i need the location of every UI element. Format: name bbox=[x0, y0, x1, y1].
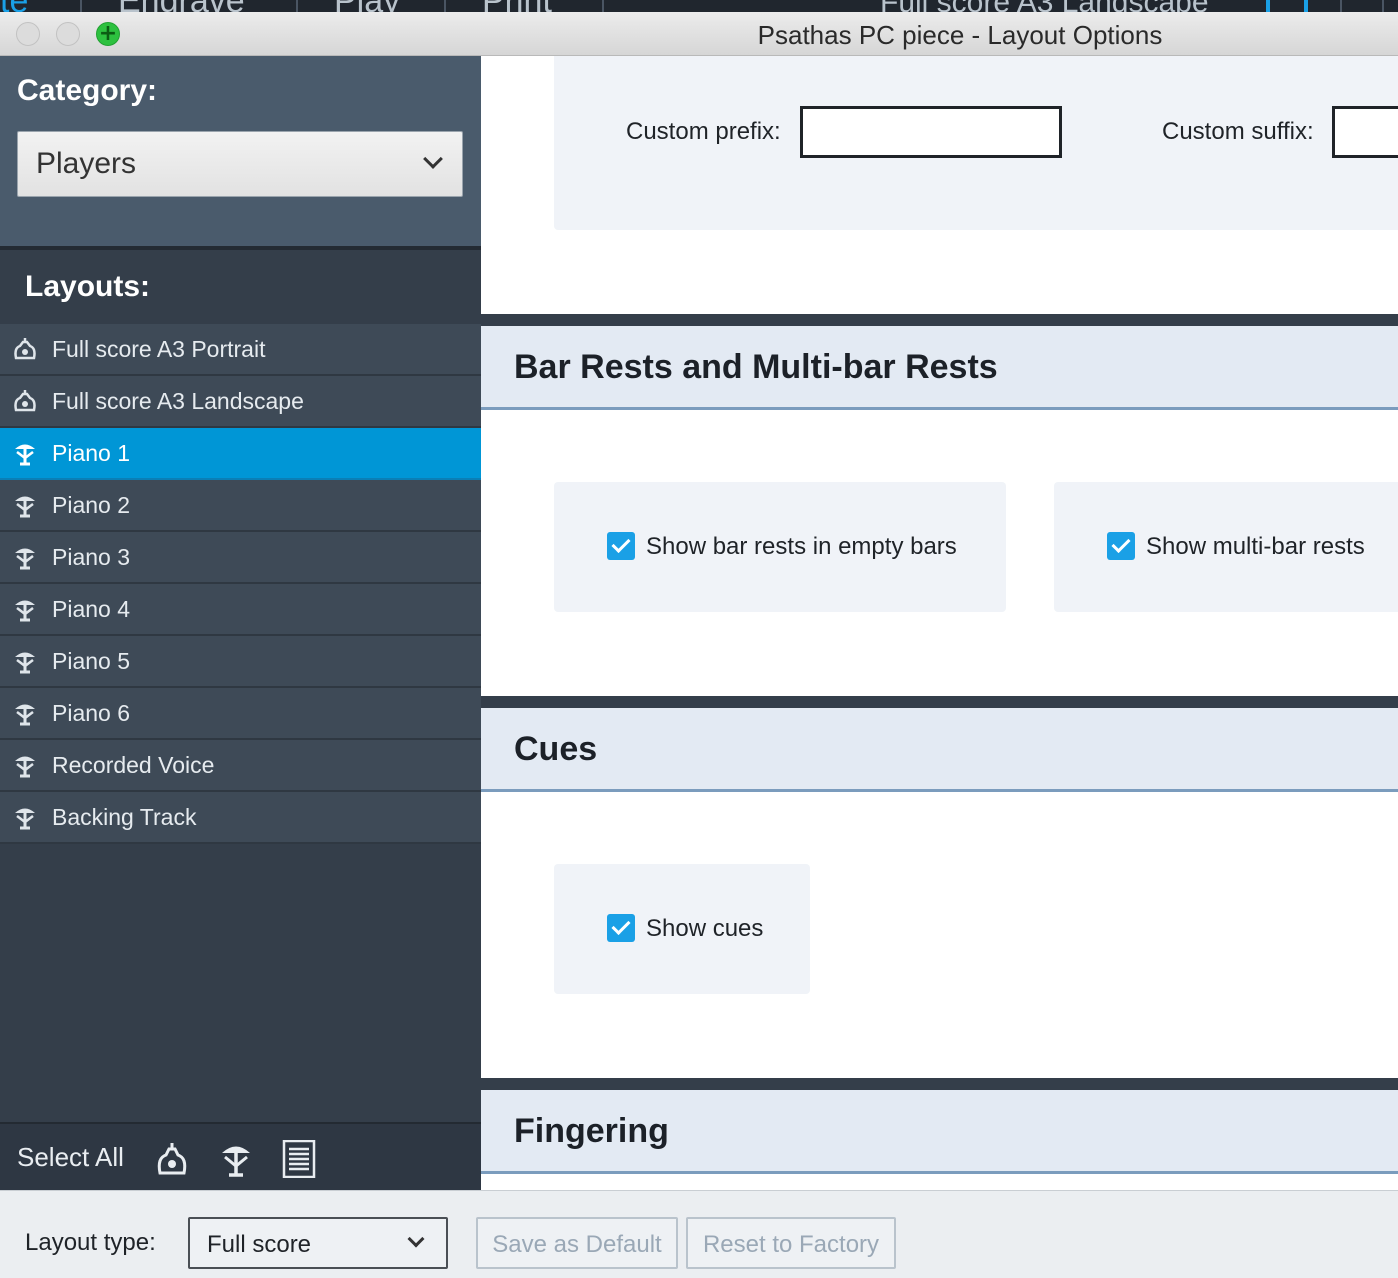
tab-play[interactable]: Play bbox=[334, 0, 400, 12]
section-divider bbox=[481, 314, 1398, 326]
options-content: Custom prefix: Custom suffix: Bar Rests … bbox=[481, 56, 1398, 1190]
bar-rests-card: Show bar rests in empty bars bbox=[554, 482, 1006, 612]
layout-item[interactable]: Full score A3 Landscape bbox=[0, 376, 481, 428]
dialog-footer: Layout type: Full score Save as Default … bbox=[0, 1190, 1398, 1278]
part-icon bbox=[15, 756, 35, 778]
section-divider bbox=[481, 1078, 1398, 1090]
section-header-cues[interactable]: Cues bbox=[481, 708, 1398, 792]
layout-item[interactable]: Piano 5 bbox=[0, 636, 481, 688]
show-cues-checkbox[interactable] bbox=[607, 914, 635, 942]
section-divider bbox=[481, 696, 1398, 708]
toolbar-separator bbox=[602, 0, 604, 12]
layout-item[interactable]: Backing Track bbox=[0, 792, 481, 844]
close-window-button[interactable] bbox=[16, 22, 40, 46]
section-header-bar-rests[interactable]: Bar Rests and Multi-bar Rests bbox=[481, 326, 1398, 410]
section-title: Fingering bbox=[514, 1112, 669, 1150]
window-title: Psathas PC piece - Layout Options bbox=[757, 20, 1163, 50]
chevron-down-icon bbox=[407, 1230, 425, 1248]
layout-item-label: Piano 4 bbox=[52, 596, 131, 622]
toolbar-separator bbox=[1382, 0, 1384, 12]
show-multibar-rests-label[interactable]: Show multi-bar rests bbox=[1146, 533, 1365, 561]
section-header-fingering[interactable]: Fingering bbox=[481, 1090, 1398, 1174]
multibar-rests-card: Show multi-bar rests bbox=[1054, 482, 1398, 612]
layout-item[interactable]: Piano 3 bbox=[0, 532, 481, 584]
layout-item-label: Piano 3 bbox=[52, 544, 131, 570]
layout-item[interactable]: Recorded Voice bbox=[0, 740, 481, 792]
layout-type-value: Full score bbox=[207, 1231, 312, 1258]
toolbar-separator bbox=[296, 0, 298, 12]
part-icon bbox=[15, 600, 35, 622]
layout-type-label: Layout type: bbox=[25, 1229, 156, 1256]
category-dropdown-value: Players bbox=[36, 147, 137, 180]
layout-selector[interactable]: Full score A3 Landscape bbox=[880, 0, 1209, 12]
select-full-scores-icon[interactable] bbox=[155, 1140, 189, 1178]
layouts-label: Layouts: bbox=[25, 270, 151, 303]
layout-type-dropdown[interactable]: Full score bbox=[188, 1217, 448, 1269]
show-cues-label[interactable]: Show cues bbox=[646, 915, 763, 943]
layout-item-label: Recorded Voice bbox=[52, 752, 215, 778]
custom-suffix-label: Custom suffix: bbox=[1162, 118, 1314, 145]
layout-item-label: Full score A3 Landscape bbox=[52, 388, 304, 414]
select-custom-scores-icon[interactable] bbox=[282, 1140, 316, 1178]
sidebar: Category: Players Layouts: Full score A3… bbox=[0, 56, 481, 1190]
window-titlebar: + Psathas PC piece - Layout Options bbox=[0, 12, 1398, 56]
zoom-window-button[interactable]: + bbox=[96, 22, 120, 46]
part-icon bbox=[15, 548, 35, 570]
layout-list: Full score A3 Portrait Full score A3 Lan… bbox=[0, 324, 481, 844]
layout-item[interactable]: Piano 6 bbox=[0, 688, 481, 740]
tab-write-partial[interactable]: te bbox=[0, 0, 28, 12]
custom-prefix-label: Custom prefix: bbox=[626, 118, 781, 145]
part-icon bbox=[15, 808, 35, 830]
cues-card: Show cues bbox=[554, 864, 810, 994]
custom-prefix-input[interactable] bbox=[800, 106, 1062, 158]
layout-item-label: Full score A3 Portrait bbox=[52, 336, 266, 362]
category-area: Category: Players bbox=[0, 56, 481, 246]
show-bar-rests-label[interactable]: Show bar rests in empty bars bbox=[646, 533, 957, 561]
reset-to-factory-button[interactable]: Reset to Factory bbox=[686, 1217, 896, 1269]
part-icon bbox=[15, 704, 35, 726]
custom-suffix-input[interactable] bbox=[1332, 106, 1398, 158]
toolbar-indicator bbox=[1304, 0, 1308, 12]
app-toolbar-strip: te Engrave Play Print Full score A3 Land… bbox=[0, 0, 1398, 12]
sidebar-footer: Select All bbox=[0, 1122, 481, 1190]
toolbar-indicator bbox=[1266, 0, 1270, 12]
layout-item[interactable]: Piano 2 bbox=[0, 480, 481, 532]
part-icon bbox=[15, 496, 35, 518]
layouts-header: Layouts: bbox=[0, 250, 481, 324]
layout-item[interactable]: Full score A3 Portrait bbox=[0, 324, 481, 376]
full-score-icon bbox=[14, 338, 36, 360]
part-icon bbox=[15, 652, 35, 674]
chevron-down-icon bbox=[423, 149, 443, 169]
select-all-button[interactable]: Select All bbox=[17, 1142, 124, 1173]
show-bar-rests-checkbox[interactable] bbox=[607, 532, 635, 560]
section-title: Cues bbox=[514, 730, 598, 768]
show-multibar-rests-checkbox[interactable] bbox=[1107, 532, 1135, 560]
save-as-default-label: Save as Default bbox=[492, 1231, 662, 1258]
tab-engrave[interactable]: Engrave bbox=[118, 0, 245, 12]
layout-item[interactable]: Piano 4 bbox=[0, 584, 481, 636]
category-dropdown[interactable]: Players bbox=[17, 131, 463, 197]
save-as-default-button[interactable]: Save as Default bbox=[476, 1217, 678, 1269]
layout-item-label: Piano 1 bbox=[52, 440, 131, 466]
select-parts-icon[interactable] bbox=[219, 1140, 253, 1178]
plus-icon: + bbox=[98, 21, 118, 46]
toolbar-separator bbox=[1340, 0, 1342, 12]
section-title: Bar Rests and Multi-bar Rests bbox=[514, 348, 998, 386]
part-icon bbox=[15, 444, 35, 466]
minimize-window-button[interactable] bbox=[56, 22, 80, 46]
layout-item[interactable]: Piano 1 bbox=[0, 428, 481, 480]
toolbar-separator bbox=[80, 0, 82, 12]
layout-item-label: Piano 6 bbox=[52, 700, 131, 726]
layout-item-label: Piano 2 bbox=[52, 492, 131, 518]
layout-item-label: Backing Track bbox=[52, 804, 197, 830]
layout-item-label: Piano 5 bbox=[52, 648, 131, 674]
reset-to-factory-label: Reset to Factory bbox=[702, 1231, 880, 1258]
tab-print[interactable]: Print bbox=[482, 0, 552, 12]
category-label: Category: bbox=[17, 74, 158, 107]
toolbar-separator bbox=[444, 0, 446, 12]
full-score-icon bbox=[14, 390, 36, 412]
